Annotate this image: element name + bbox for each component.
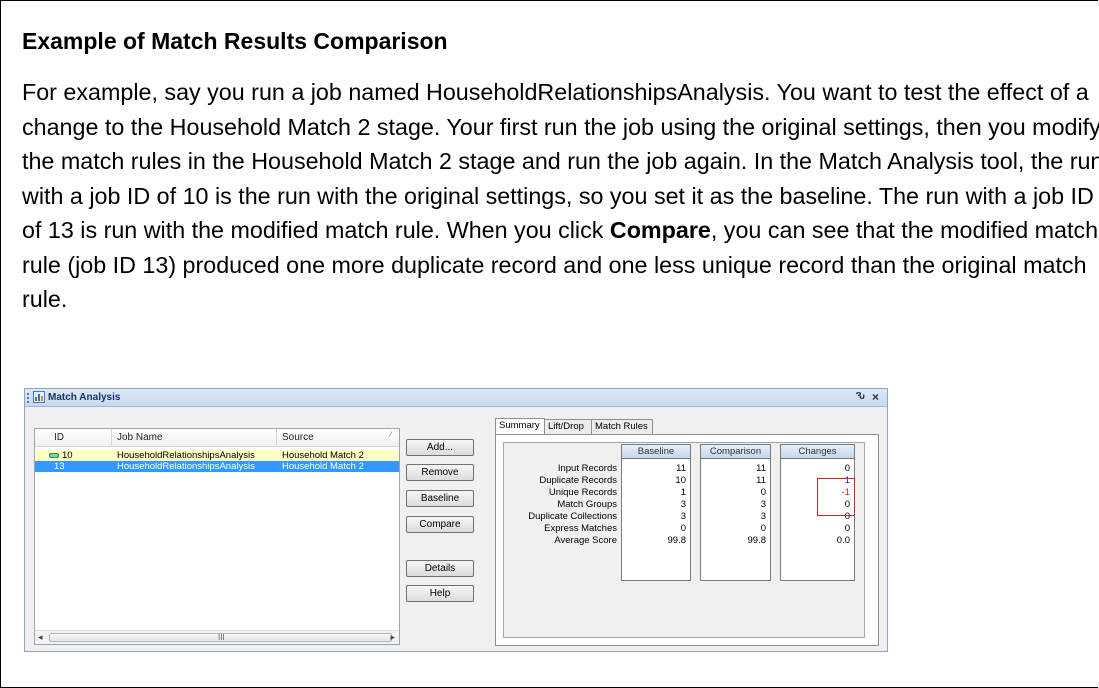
row-label: Input Records [557, 463, 617, 474]
row-label: Average Score [554, 535, 617, 546]
baseline-value: 99.8 [667, 535, 687, 546]
tab-lift-drop[interactable]: Lift/Drop [544, 419, 592, 434]
col-header-baseline: Baseline [621, 444, 691, 458]
window-titlebar[interactable]: Match Analysis Ԅ × [25, 389, 887, 407]
add-button[interactable]: Add... [406, 439, 474, 456]
help-button[interactable]: Help [406, 585, 474, 602]
sort-indicator-icon: ∕ [390, 430, 392, 439]
row-label: Express Matches [544, 523, 617, 534]
list-header: ID Job Name Source ∕ [35, 429, 399, 447]
summary-panel: Baseline Comparison Changes Input Record… [495, 434, 879, 646]
window-title: Match Analysis [48, 392, 121, 403]
section-heading: Example of Match Results Comparison [22, 28, 448, 54]
changes-value: 0.0 [836, 535, 850, 546]
baseline-value: 3 [680, 511, 686, 522]
cell-job-name: HouseholdRelationshipsAnalysis [117, 461, 255, 472]
details-button[interactable]: Details [406, 560, 474, 577]
col-header-changes: Changes [780, 444, 855, 458]
compare-button[interactable]: Compare [406, 516, 474, 533]
para-bold-compare: Compare [609, 217, 711, 243]
scroll-left-icon[interactable]: ◂ [38, 632, 43, 643]
changes-highlight-box [817, 478, 855, 516]
baseline-value: 0 [680, 523, 686, 534]
remove-button[interactable]: Remove [406, 464, 474, 481]
comparison-value: 0 [760, 523, 766, 534]
cell-source: Household Match 2 [282, 461, 364, 472]
comparison-value: 0 [760, 487, 766, 498]
tab-match-rules[interactable]: Match Rules [591, 419, 653, 434]
cell-job-name: HouseholdRelationshipsAnalysis [117, 450, 255, 461]
col-header-id[interactable]: ID [54, 432, 64, 443]
job-runs-list[interactable]: ID Job Name Source ∕ 10 HouseholdRelatio… [34, 428, 400, 645]
row-label: Duplicate Collections [528, 511, 617, 522]
row-label: Unique Records [548, 487, 617, 498]
drag-grip-icon[interactable] [27, 393, 31, 403]
match-analysis-icon [33, 391, 45, 403]
horizontal-scrollbar[interactable]: ◂ III ▸ [35, 630, 399, 644]
scroll-grip: III [218, 633, 225, 642]
scroll-thumb[interactable]: III [49, 633, 392, 642]
comparison-value: 99.8 [747, 535, 767, 546]
comparison-value: 11 [756, 475, 766, 486]
baseline-run-icon [49, 453, 59, 458]
list-row-baseline[interactable]: 10 HouseholdRelationshipsAnalysis Househ… [35, 450, 399, 461]
baseline-value: 11 [676, 463, 686, 474]
col-header-source[interactable]: Source [282, 432, 314, 443]
col-separator[interactable] [276, 429, 277, 445]
cell-id: 10 [62, 450, 73, 461]
close-icon[interactable]: × [872, 390, 879, 404]
baseline-value: 1 [680, 487, 686, 498]
list-row-selected[interactable]: 13 HouseholdRelationshipsAnalysis Househ… [35, 461, 399, 472]
cell-source: Household Match 2 [282, 450, 364, 461]
col-header-comparison: Comparison [700, 444, 771, 458]
summary-grid: Baseline Comparison Changes Input Record… [503, 442, 865, 638]
baseline-value: 10 [675, 475, 686, 486]
col-separator[interactable] [111, 429, 112, 445]
cell-id: 13 [54, 461, 65, 472]
pin-icon[interactable]: Ԅ [855, 391, 865, 402]
changes-value: 0 [844, 463, 850, 474]
changes-value: 0 [844, 523, 850, 534]
comparison-column: 11 11 0 3 3 0 99.8 [700, 458, 771, 581]
col-header-job-name[interactable]: Job Name [117, 432, 163, 443]
baseline-column: 11 10 1 3 3 0 99.8 [621, 458, 691, 581]
tab-summary[interactable]: Summary [495, 418, 545, 434]
row-label: Duplicate Records [539, 475, 617, 486]
baseline-button[interactable]: Baseline [406, 490, 474, 507]
comparison-value: 3 [760, 511, 766, 522]
comparison-value: 11 [756, 463, 766, 474]
match-analysis-window: Match Analysis Ԅ × ID Job Name Source ∕ … [24, 388, 888, 652]
row-label: Match Groups [557, 499, 617, 510]
changes-column: 0 1 -1 0 0 0 0.0 [780, 458, 855, 581]
scroll-right-icon[interactable]: ▸ [390, 632, 395, 643]
body-paragraph: For example, say you run a job named Hou… [22, 75, 1099, 317]
comparison-value: 3 [760, 499, 766, 510]
baseline-value: 3 [680, 499, 686, 510]
